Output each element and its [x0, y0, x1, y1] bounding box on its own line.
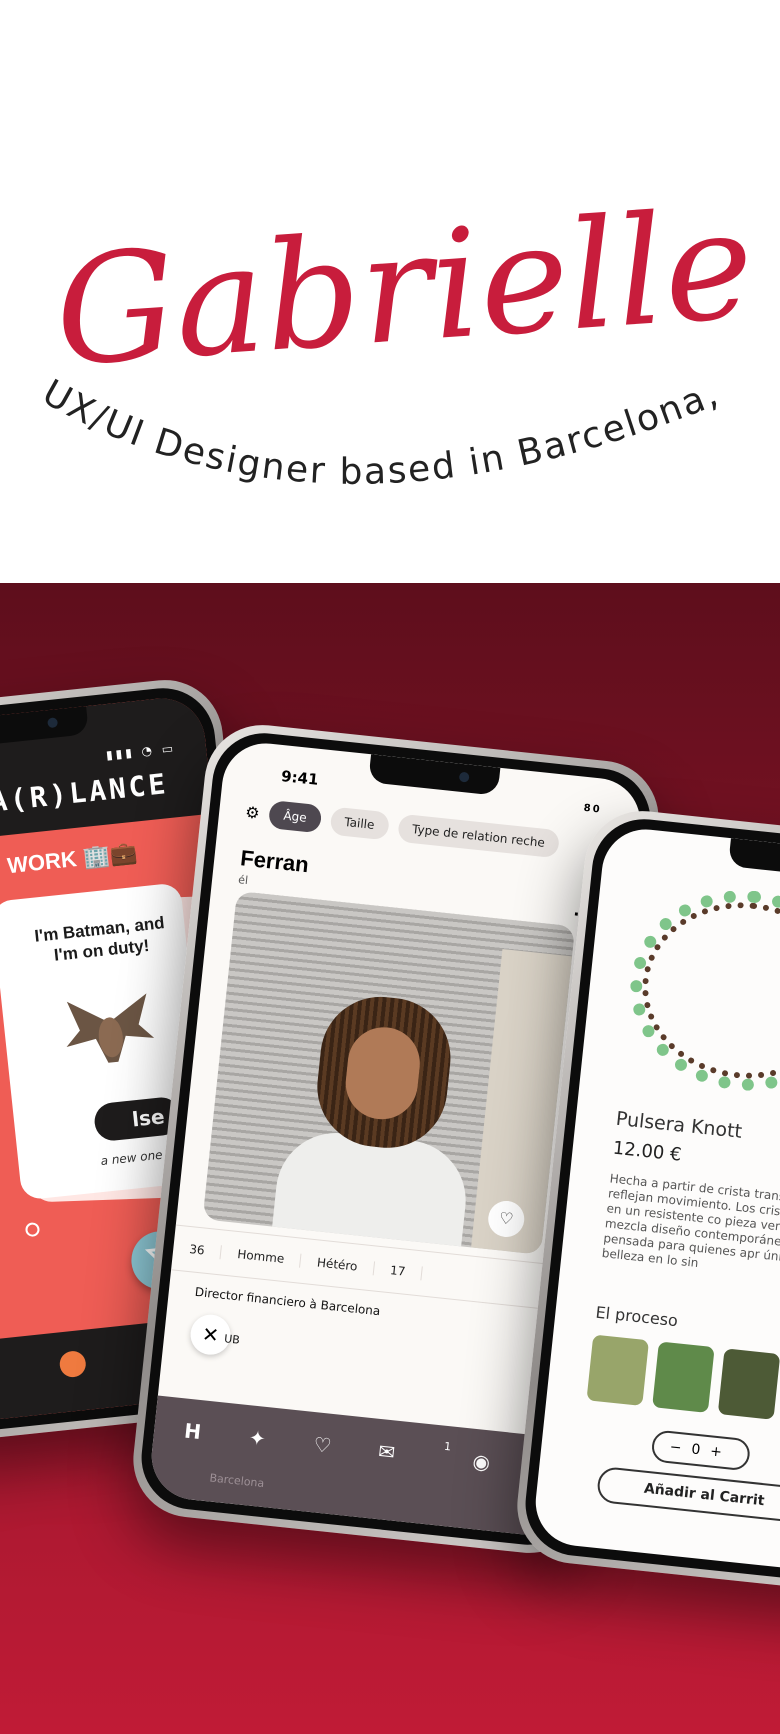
- bat-emoji-icon: [66, 993, 155, 1063]
- product-description: Hecha a partir de crista translúcidos qu…: [601, 1171, 780, 1271]
- job-row: Director financiero à Barcelona: [194, 1284, 381, 1319]
- process-thumbnail[interactable]: [717, 1348, 780, 1420]
- card-quote: I'm Batman, and I'm on duty!: [33, 913, 166, 966]
- quantity-stepper[interactable]: −0+: [650, 1429, 752, 1472]
- process-thumbnail[interactable]: [586, 1334, 650, 1407]
- hero-lettering: Gabrielle UX/UI Designer based in Barcel…: [0, 0, 759, 493]
- status-icons: ▮▮▮ ◔ ▭: [105, 740, 177, 763]
- logo-tab-icon[interactable]: H: [183, 1419, 202, 1445]
- mockup-stage: ▮▮▮ ◔ ▭ BA(R)LANCE WORK 🏢💼 I'm Batman, a…: [0, 583, 780, 1734]
- product-price: 12.00 €: [611, 1137, 683, 1166]
- heart-tab-icon[interactable]: ♡: [312, 1432, 332, 1458]
- new-one-link[interactable]: a new one: [100, 1148, 163, 1168]
- filter-chip-relation[interactable]: Type de relation reche: [396, 813, 561, 859]
- process-thumbnail[interactable]: [652, 1341, 715, 1413]
- avatar-tab-icon[interactable]: ◉: [472, 1449, 492, 1475]
- designer-name: Gabrielle: [50, 178, 759, 400]
- product-title: Pulsera Knott: [614, 1107, 744, 1143]
- quantity-value: 0: [690, 1441, 712, 1460]
- profile-pronoun: él: [237, 873, 249, 888]
- process-heading: El proceso: [594, 1302, 679, 1331]
- stat-height: 17: [373, 1261, 424, 1281]
- app-brand: BA(R)LANCE: [0, 767, 170, 821]
- chat-tab-icon[interactable]: ✉: [377, 1439, 396, 1465]
- stat-gender: Homme: [220, 1245, 302, 1268]
- status-battery: 80: [583, 802, 603, 816]
- tab-bar: H ✦ ♡ ✉ 1 ◉ Barcelona: [147, 1395, 576, 1539]
- chat-badge: 1: [443, 1439, 452, 1454]
- product-image-inner: [633, 892, 780, 1089]
- add-to-cart-button[interactable]: Añadir al Carrit: [595, 1465, 780, 1525]
- filter-bar: ⚙ Âge Taille Type de relation reche: [244, 798, 561, 859]
- education-row: UB: [223, 1332, 241, 1347]
- app-header: ▮▮▮ ◔ ▭ BA(R)LANCE: [0, 694, 213, 852]
- location-label: Barcelona: [208, 1471, 265, 1491]
- status-time: 9:41: [280, 767, 320, 789]
- page-indicator: [24, 1221, 41, 1238]
- filter-chip-height[interactable]: Taille: [329, 806, 390, 841]
- star-tab-icon[interactable]: ✦: [248, 1425, 267, 1451]
- filter-chip-age[interactable]: Âge: [268, 800, 323, 834]
- hero-section: Gabrielle UX/UI Designer based in Barcel…: [0, 0, 780, 583]
- stat-age: 36: [172, 1240, 223, 1260]
- section-title: WORK 🏢💼: [6, 839, 139, 879]
- avatar-tab-icon[interactable]: [58, 1349, 88, 1379]
- stat-orientation: Hétéro: [300, 1253, 376, 1276]
- profile-name: Ferran: [239, 845, 310, 878]
- profile-photo[interactable]: ♡: [202, 891, 576, 1255]
- filters-icon[interactable]: ⚙: [244, 802, 260, 822]
